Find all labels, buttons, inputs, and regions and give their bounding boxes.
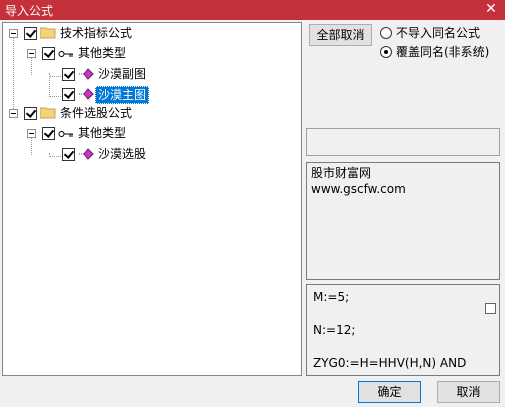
window-title: 导入公式 [5, 4, 54, 18]
description-box[interactable]: 股市财富网 www.gscfw.com [306, 162, 500, 280]
formula-icon [79, 68, 94, 80]
tree-node-indicator-formulas[interactable]: 技术指标公式 [3, 25, 203, 43]
description-line: www.gscfw.com [311, 182, 406, 196]
title-bar: 导入公式 ✕ [0, 0, 505, 20]
info-bar [306, 128, 500, 156]
formula-source-box[interactable]: M:=5; N:=12; ZYG0:=H=HHV(H,N) AND [306, 284, 500, 376]
formula-line: N:=12; [313, 323, 356, 337]
folder-icon [40, 107, 56, 119]
collapse-icon[interactable] [27, 49, 36, 58]
collapse-icon[interactable] [27, 129, 36, 138]
tree-node-label: 条件选股公式 [60, 106, 133, 120]
key-icon [58, 51, 73, 57]
key-icon [58, 131, 73, 137]
tree-checkbox[interactable] [42, 127, 55, 140]
tree-checkbox[interactable] [42, 47, 55, 60]
formula-tree[interactable]: 技术指标公式 其他类型 沙漠副图 沙漠主图 条件选股公式 其他类型 沙漠选股 [2, 22, 302, 376]
collapse-icon[interactable] [9, 29, 18, 38]
cancel-all-button[interactable]: 全部取消 [309, 24, 372, 46]
folder-icon [40, 27, 56, 39]
radio-skip-duplicates[interactable] [380, 27, 392, 39]
formula-option-checkbox[interactable] [485, 303, 496, 314]
collapse-icon[interactable] [9, 109, 18, 118]
tree-node-label: 沙漠副图 [98, 67, 147, 81]
tree-node-other-types[interactable]: 其他类型 [3, 125, 203, 143]
tree-node-label: 其他类型 [78, 126, 127, 140]
tree-node-formula[interactable]: 沙漠副图 [3, 66, 203, 84]
radio-overwrite-label: 覆盖同名(非系统) [396, 45, 490, 59]
tree-node-label: 沙漠选股 [98, 147, 147, 161]
tree-node-label: 沙漠主图 [95, 86, 150, 104]
formula-line: ZYG0:=H=HHV(H,N) AND [313, 356, 467, 370]
tree-node-formula[interactable]: 沙漠选股 [3, 146, 203, 164]
tree-node-label: 其他类型 [78, 46, 127, 60]
tree-node-screening-formulas[interactable]: 条件选股公式 [3, 105, 203, 123]
tree-node-other-types[interactable]: 其他类型 [3, 45, 203, 63]
tree-checkbox[interactable] [62, 88, 75, 101]
radio-overwrite-duplicates[interactable] [380, 46, 392, 58]
tree-checkbox[interactable] [62, 68, 75, 81]
tree-checkbox[interactable] [62, 148, 75, 161]
formula-line: M:=5; [313, 290, 350, 304]
close-icon[interactable]: ✕ [483, 1, 499, 17]
ok-button[interactable]: 确定 [358, 381, 421, 403]
tree-node-label: 技术指标公式 [60, 26, 133, 40]
cancel-button[interactable]: 取消 [437, 381, 500, 403]
description-line: 股市财富网 [311, 166, 372, 180]
tree-checkbox[interactable] [24, 27, 37, 40]
formula-icon [79, 148, 94, 160]
import-formula-dialog: 导入公式 ✕ 技术指标公式 其他类型 沙漠副图 沙漠主图 条件选股公式 其他类型… [0, 0, 505, 407]
tree-checkbox[interactable] [24, 107, 37, 120]
tree-node-formula-selected[interactable]: 沙漠主图 [3, 86, 203, 104]
radio-skip-label: 不导入同名公式 [396, 26, 481, 40]
formula-icon [79, 88, 94, 100]
